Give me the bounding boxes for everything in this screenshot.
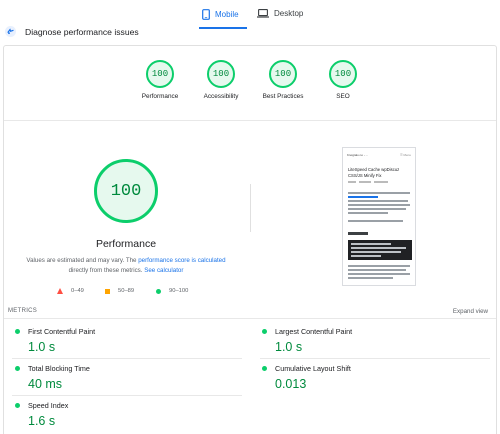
thumb-text-line <box>348 265 410 267</box>
diagnose-icon <box>5 26 16 37</box>
metric-value: 40 ms <box>28 377 63 391</box>
gauge-score: 100 <box>207 60 235 88</box>
thumb-text-line <box>348 220 403 222</box>
divider <box>12 358 242 359</box>
tab-selected-indicator <box>199 27 247 29</box>
performance-note: Values are estimated and may vary. The p… <box>18 256 234 276</box>
thumb-title: LiteSpeed Cache wpDiscuz CSS/JS Minify F… <box>348 167 400 178</box>
metric-name: Largest Contentful Paint <box>275 327 353 336</box>
laptop-icon <box>257 9 269 18</box>
summary-gauges: 100 Performance 100 Accessibility 100 Be… <box>4 60 496 110</box>
divider <box>4 120 496 121</box>
gauge-label: SEO <box>336 93 350 100</box>
metric-name: Total Blocking Time <box>28 364 90 373</box>
diagnose-title: Diagnose performance issues <box>25 26 139 37</box>
metric-tbt: Total Blocking Time 40 ms <box>15 364 245 391</box>
gauge-performance[interactable]: 100 Performance <box>125 60 195 100</box>
smartphone-icon <box>202 9 210 20</box>
note-text: Values are estimated and may vary. The <box>26 257 139 264</box>
gauge-score: 100 <box>329 60 357 88</box>
pass-circle-icon <box>15 366 20 371</box>
thumb-text-line <box>348 204 410 206</box>
see-calculator-link[interactable]: See calculator <box>144 267 183 274</box>
performance-score-gauge: 100 <box>94 159 158 223</box>
tab-desktop-label: Desktop <box>274 9 304 18</box>
pass-circle-icon <box>262 329 267 334</box>
diagnose-header[interactable]: Diagnose performance issues <box>5 26 139 37</box>
triangle-icon <box>57 288 63 294</box>
legend-average: 50–89 <box>105 288 134 294</box>
metric-value: 1.0 s <box>28 340 56 354</box>
gauge-label: Performance <box>141 93 179 100</box>
legend-range: 90–100 <box>169 288 189 294</box>
thumb-menu: ☰ Menu <box>399 153 411 157</box>
legend-range: 50–89 <box>118 288 135 294</box>
metric-lcp: Largest Contentful Paint 1.0 s <box>262 327 492 354</box>
pass-circle-icon <box>15 403 20 408</box>
pass-circle-icon <box>262 366 267 371</box>
gauge-label: Accessibility <box>203 93 239 100</box>
metric-fcp: First Contentful Paint 1.0 s <box>15 327 245 354</box>
gauge-seo[interactable]: 100 SEO <box>308 60 378 100</box>
score-calculated-link[interactable]: performance score is calculated <box>138 257 225 264</box>
thumb-text-line <box>348 208 406 210</box>
thumb-text-line <box>348 273 410 275</box>
tab-mobile-label: Mobile <box>215 10 239 19</box>
gauge-accessibility[interactable]: 100 Accessibility <box>186 60 256 100</box>
page-screenshot-thumbnail[interactable]: Kreigtalo.no - ... ☰ Menu LiteSpeed Cach… <box>342 147 416 286</box>
performance-title: Performance <box>95 238 157 250</box>
metric-speed-index: Speed Index 1.6 s <box>15 401 245 428</box>
divider <box>12 395 242 396</box>
metrics-section-label: METRICS <box>8 308 38 314</box>
legend-fail: 0–49 <box>57 288 84 294</box>
pass-circle-icon <box>15 329 20 334</box>
thumb-text-line <box>348 196 378 198</box>
metric-name: Cumulative Layout Shift <box>275 364 351 373</box>
thumb-code-block <box>348 240 412 260</box>
thumb-text-line <box>348 277 393 279</box>
note-text: directly from these metrics. <box>68 267 145 274</box>
thumb-text-line <box>348 212 388 214</box>
metric-value: 1.0 s <box>275 340 303 354</box>
metric-name: First Contentful Paint <box>28 327 96 336</box>
vertical-divider <box>250 184 251 232</box>
report-card: 100 Performance 100 Accessibility 100 Be… <box>3 45 497 434</box>
metric-value: 1.6 s <box>28 414 56 428</box>
tab-mobile[interactable]: Mobile <box>202 9 239 20</box>
legend-pass: 90–100 <box>156 288 188 294</box>
metric-cls: Cumulative Layout Shift 0.013 <box>262 364 492 391</box>
expand-view-toggle[interactable]: Expand view <box>453 308 488 315</box>
thumb-text-line <box>348 269 406 271</box>
thumb-text-line <box>348 192 410 194</box>
thumb-site-name: Kreigtalo.no - ... <box>347 153 369 157</box>
thumb-text-line <box>348 200 408 202</box>
square-icon <box>105 288 110 294</box>
circle-icon <box>156 288 161 294</box>
thumb-meta <box>348 181 412 185</box>
gauge-score: 100 <box>146 60 174 88</box>
divider <box>260 358 490 359</box>
metric-value: 0.013 <box>275 377 307 391</box>
thumb-heading <box>348 232 368 235</box>
legend-range: 0–49 <box>71 288 84 294</box>
tab-desktop[interactable]: Desktop <box>257 9 303 18</box>
score-legend: 0–49 50–89 90–100 <box>4 288 254 298</box>
gauge-score: 100 <box>269 60 297 88</box>
divider <box>4 318 496 319</box>
metric-name: Speed Index <box>28 401 69 410</box>
